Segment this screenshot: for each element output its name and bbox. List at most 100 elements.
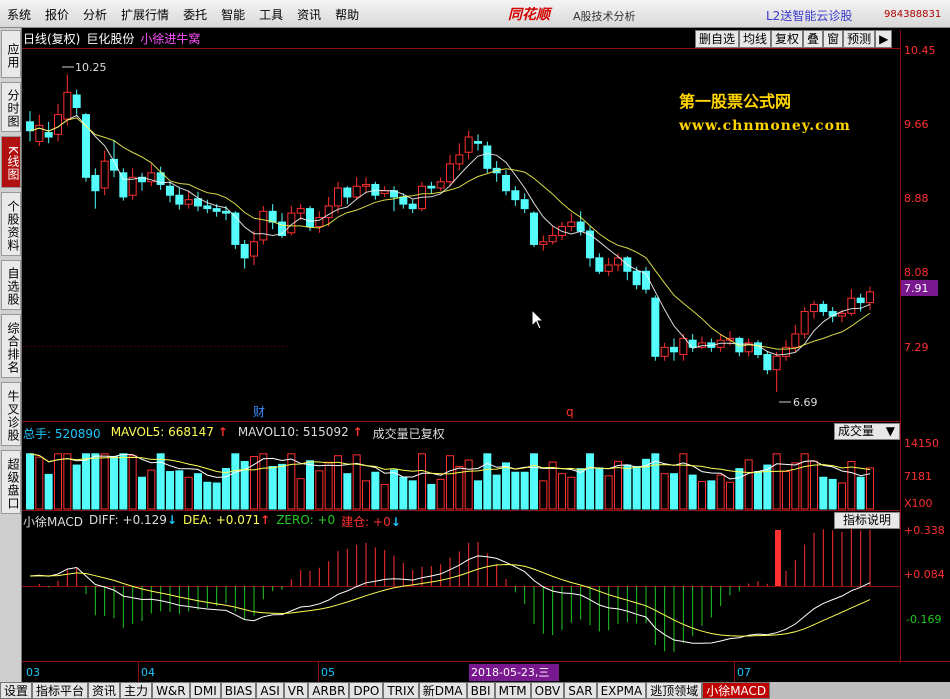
candle <box>819 300 828 317</box>
bottom-tab[interactable]: DPO <box>349 682 384 699</box>
volume-bar <box>128 455 137 510</box>
volume-bar <box>184 476 193 510</box>
bottom-tab[interactable]: 设置 <box>0 682 33 699</box>
candle <box>287 205 296 236</box>
volume-bar <box>119 453 128 510</box>
bottom-tab[interactable]: 小徐MACD <box>702 682 771 699</box>
candle <box>772 351 781 393</box>
candle <box>567 213 576 231</box>
volume-bar <box>408 480 417 510</box>
candle <box>651 295 660 361</box>
bottom-tab[interactable]: BIAS <box>220 682 257 699</box>
volume-bar <box>558 473 566 510</box>
forecast-button[interactable]: 预测 <box>843 30 876 48</box>
window-button[interactable]: 窗 <box>823 30 844 48</box>
candle <box>166 181 174 203</box>
bottom-tab[interactable]: 逃顶领域 <box>646 682 703 699</box>
volume-bar <box>772 453 781 510</box>
macd-build: 建仓: +0↓ <box>341 515 401 529</box>
candle <box>679 333 688 361</box>
mavol10: MAVOL10: 515092 ↑ <box>237 425 363 439</box>
candle <box>343 186 352 205</box>
volume-bar <box>474 480 482 510</box>
candle <box>352 177 361 200</box>
volume-bar <box>371 471 380 510</box>
bottom-tab[interactable]: W&R <box>152 682 190 699</box>
volume-bar <box>166 471 174 510</box>
volume-bar <box>539 480 548 510</box>
overlay-button[interactable]: 叠 <box>803 30 824 48</box>
bottom-tab[interactable]: DMI <box>189 682 221 699</box>
volume-bar <box>63 453 72 510</box>
volume-bar <box>427 483 436 510</box>
candle <box>455 143 464 171</box>
candle <box>511 186 520 206</box>
volume-bar <box>147 469 156 510</box>
volume-bar <box>502 462 510 510</box>
bottom-tab[interactable]: MTM <box>494 682 531 699</box>
volume-bar <box>324 461 333 510</box>
volume-bar <box>222 467 230 510</box>
restore-rights-button[interactable]: 复权 <box>771 30 804 48</box>
volume-bar <box>334 455 342 510</box>
ma-button[interactable]: 均线 <box>739 30 772 48</box>
volume-bar <box>436 478 445 510</box>
price-axis-label: 9.66 <box>904 118 929 131</box>
price-ma-lines <box>29 114 871 356</box>
remove-watchlist-button[interactable]: 删自选 <box>695 30 740 48</box>
bottom-tab[interactable]: 指标平台 <box>32 682 89 699</box>
candle <box>250 231 258 266</box>
candle <box>754 340 762 359</box>
volume-indicator-select[interactable]: 成交量 ▼ <box>834 423 900 440</box>
macd-axis-label: +0.084 <box>904 568 945 581</box>
indicator-explain-button[interactable]: 指标说明 <box>834 512 900 529</box>
candle <box>44 121 53 144</box>
bottom-tab[interactable]: 新DMA <box>418 682 467 699</box>
bottom-tab[interactable]: OBV <box>530 682 565 699</box>
volume-bar <box>54 453 62 510</box>
candle <box>408 199 417 214</box>
bottom-tab[interactable]: ARBR <box>308 682 350 699</box>
bottom-tab[interactable]: VR <box>283 682 309 699</box>
x-axis-label: 03 <box>26 666 40 679</box>
candle <box>642 266 650 294</box>
mouse-cursor-icon <box>531 308 545 330</box>
candle <box>502 170 510 196</box>
candle <box>138 172 146 191</box>
volume-bar <box>138 476 146 510</box>
expand-arrow-icon[interactable]: ▶ <box>875 30 893 48</box>
volume-bar <box>726 481 734 510</box>
bottom-tab[interactable]: 资讯 <box>88 682 121 699</box>
bottom-tab[interactable]: SAR <box>564 682 597 699</box>
x-axis-label: 07 <box>737 666 751 679</box>
period-label[interactable]: 日线(复权) <box>23 30 80 48</box>
watermark-title: 第一股票公式网 <box>679 92 792 111</box>
mavol5: MAVOL5: 668147 ↑ <box>110 425 228 439</box>
bottom-tab[interactable]: BBI <box>466 682 495 699</box>
high-label: 10.25 <box>75 61 107 74</box>
candle <box>688 333 697 352</box>
candle <box>604 257 613 276</box>
bottom-indicator-tabs: 设置 指标平台 资讯 主力 W&R DMI BIAS ASI VR ARBR DPO TRIX 新DMA… <box>0 682 950 699</box>
formula-name[interactable]: 小徐进牛窝 <box>140 30 200 48</box>
event-mark-q: q <box>566 405 574 419</box>
volume-bar <box>268 465 277 510</box>
volume-bar <box>390 469 398 510</box>
bottom-tab[interactable]: 主力 <box>120 682 153 699</box>
bottom-tab[interactable]: EXPMA <box>596 682 647 699</box>
volume-bar <box>91 453 100 510</box>
volume-bar <box>604 475 613 510</box>
volume-bar <box>782 471 790 510</box>
macd-header: 小徐MACD DIFF: +0.129↓ DEA: +0.071↑ ZERO: … <box>23 513 401 530</box>
bottom-tab[interactable]: ASI <box>256 682 284 699</box>
candle <box>427 181 436 194</box>
up-arrow-icon: ↑ <box>352 425 363 439</box>
volume-bar <box>110 455 118 510</box>
volume-bar <box>698 481 706 510</box>
macd-axis-label: -0.169 <box>906 613 941 626</box>
low-label: 6.69 <box>793 396 818 409</box>
bottom-tab[interactable]: TRIX <box>383 682 419 699</box>
macd-title[interactable]: 小徐MACD <box>23 513 83 530</box>
candle <box>194 191 202 212</box>
volume-bar <box>754 471 762 510</box>
